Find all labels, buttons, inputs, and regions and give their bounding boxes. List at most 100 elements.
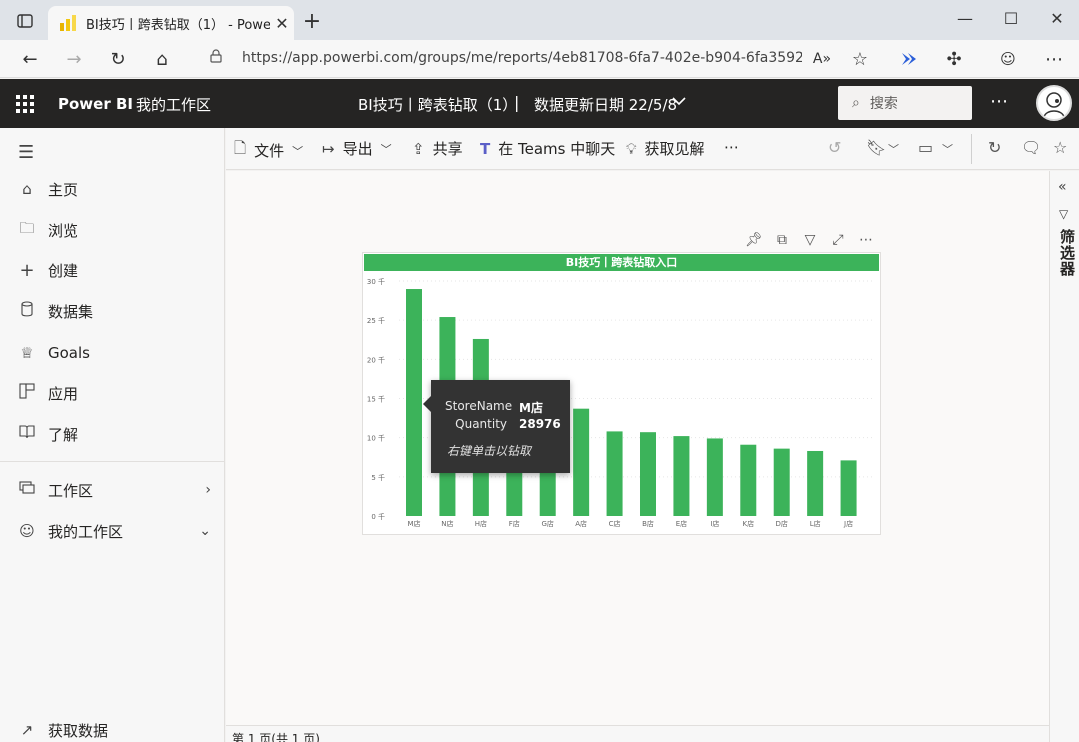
tooltip-qty-value: 28976: [519, 417, 561, 431]
nav-item-goals[interactable]: ♕ Goals: [0, 333, 225, 373]
bar: [406, 289, 422, 516]
nav-item-label: 我的工作区: [48, 522, 124, 541]
filter-icon: ▽: [1059, 207, 1069, 221]
nav-item-learn[interactable]: 了解: [0, 414, 225, 454]
new-tab-icon[interactable]: +: [299, 9, 325, 35]
nav-item-datasets[interactable]: 数据集: [0, 291, 225, 331]
y-tick-label: 25 千: [367, 316, 385, 325]
lightbulb-icon: 💡︎: [626, 139, 637, 158]
tab-title: BI技巧丨跨表钻取（1） - Power B: [86, 17, 270, 33]
chevron-double-left-icon[interactable]: «: [1058, 179, 1067, 195]
nav-divider: [0, 461, 225, 462]
plus-icon: +: [19, 259, 35, 281]
chevron-down-icon[interactable]: ﹀: [942, 141, 953, 157]
filter-pane[interactable]: « ▽ 筛选器: [1049, 171, 1079, 742]
forward-icon[interactable]: →: [60, 46, 88, 72]
close-tab-icon[interactable]: ✕: [270, 14, 294, 33]
book-icon: [16, 425, 38, 443]
favorite-icon[interactable]: ☆: [1053, 138, 1067, 157]
more-options-icon[interactable]: ⋯: [724, 138, 739, 156]
comment-icon[interactable]: 🗨︎: [1021, 138, 1041, 157]
export-icon: ↦: [322, 139, 335, 158]
hamburger-menu-icon[interactable]: ☰: [18, 142, 34, 163]
file-icon: 🗋: [234, 139, 247, 157]
x-tick-label: J店: [843, 519, 853, 528]
profile-icon[interactable]: ☺: [994, 46, 1022, 72]
nav-item-apps[interactable]: 应用: [0, 373, 225, 413]
search-input[interactable]: ⌕ 搜索: [838, 86, 972, 120]
nav-item-home[interactable]: ⌂ 主页: [0, 169, 225, 209]
nav-item-browse[interactable]: 🗀 浏览: [0, 210, 225, 250]
nav-item-my-workspace[interactable]: ☺ 我的工作区 ⌄: [0, 511, 225, 551]
app-launcher-icon[interactable]: [16, 95, 34, 113]
search-icon: ⌕: [852, 95, 860, 111]
browser-menu-icon[interactable]: ⋯: [1040, 46, 1068, 72]
chevron-down-icon: ﹀: [380, 142, 392, 156]
nav-item-label: 数据集: [48, 302, 94, 321]
extension-icon[interactable]: [895, 46, 923, 72]
workspaces-icon: [16, 481, 38, 499]
read-aloud-icon[interactable]: A»: [808, 46, 836, 72]
tooltip-qty-key: Quantity: [455, 417, 507, 431]
nav-item-label: 获取数据: [48, 721, 109, 740]
get-insights-button[interactable]: 💡︎ 获取见解: [626, 138, 705, 159]
filter-icon[interactable]: ▽: [801, 232, 819, 250]
x-tick-label: D店: [776, 519, 788, 528]
share-button[interactable]: ⇪ 共享: [412, 138, 463, 159]
favorite-icon[interactable]: ☆: [846, 46, 874, 72]
y-tick-label: 5 千: [371, 473, 385, 482]
page-indicator: 第 1 页(共 1 页): [232, 732, 320, 742]
bar: [706, 438, 723, 516]
extensions-puzzle-icon[interactable]: ✣: [940, 46, 968, 72]
nav-item-workspaces[interactable]: 工作区 ›: [0, 470, 225, 510]
nav-item-label: Goals: [48, 344, 90, 362]
x-tick-label: E店: [676, 519, 687, 528]
back-icon[interactable]: ←: [16, 46, 44, 72]
teams-chat-button[interactable]: T 在 Teams 中聊天: [480, 138, 615, 159]
lock-icon[interactable]: [210, 49, 222, 67]
refresh-icon[interactable]: ↻: [104, 46, 132, 72]
copy-icon[interactable]: ⧉: [773, 232, 791, 250]
y-tick-label: 20 千: [367, 355, 385, 364]
bar: [573, 408, 590, 516]
chevron-down-icon: ﹀: [292, 144, 304, 158]
title-separator: |: [514, 93, 520, 112]
page-footer: 第 1 页(共 1 页): [226, 725, 1049, 742]
x-tick-label: K店: [742, 519, 754, 528]
y-tick-label: 15 千: [367, 395, 385, 404]
maximize-icon[interactable]: ☐: [996, 6, 1026, 32]
export-menu-button[interactable]: ↦ 导出 ﹀: [322, 138, 392, 159]
undo-icon[interactable]: ↺: [828, 138, 841, 157]
pin-icon[interactable]: 📌︎: [745, 232, 763, 250]
insights-label: 获取见解: [644, 140, 705, 158]
minimize-icon[interactable]: —: [950, 6, 980, 32]
home-icon[interactable]: ⌂: [148, 46, 176, 72]
y-tick-label: 10 千: [367, 434, 385, 443]
report-toolbar: 🗋 文件 ﹀ ↦ 导出 ﹀ ⇪ 共享 T 在 Teams 中聊天 💡︎ 获取见解…: [226, 128, 1079, 170]
nav-item-label: 浏览: [48, 221, 79, 240]
bar: [640, 432, 656, 516]
folder-icon: 🗀: [19, 218, 35, 237]
view-icon[interactable]: ▭: [918, 138, 933, 157]
url-input[interactable]: https://app.powerbi.com/groups/me/report…: [242, 50, 802, 66]
chevron-down-icon[interactable]: [672, 91, 686, 110]
file-label: 文件: [254, 142, 285, 160]
data-updated-label[interactable]: 数据更新日期 22/5/8: [534, 94, 677, 115]
more-options-icon[interactable]: ⋯: [990, 91, 1009, 112]
browser-tab[interactable]: BI技巧丨跨表钻取（1） - Power B ✕: [48, 6, 294, 40]
bookmark-icon[interactable]: 🔖︎: [866, 138, 886, 157]
tab-actions-icon[interactable]: [12, 8, 38, 34]
nav-item-get-data[interactable]: ↗ 获取数据: [0, 710, 225, 742]
chevron-down-icon[interactable]: ﹀: [888, 141, 899, 157]
nav-item-label: 应用: [48, 384, 79, 403]
nav-item-create[interactable]: + 创建: [0, 250, 225, 290]
file-menu-button[interactable]: 🗋 文件 ﹀: [234, 138, 303, 163]
workspace-link[interactable]: 我的工作区: [136, 94, 211, 115]
refresh-icon[interactable]: ↻: [988, 138, 1001, 157]
avatar[interactable]: [1036, 85, 1072, 121]
more-options-icon[interactable]: ⋯: [857, 232, 875, 250]
window-close-icon[interactable]: ✕: [1042, 6, 1072, 32]
brand-label[interactable]: Power BI: [58, 95, 133, 113]
focus-mode-icon[interactable]: ⤢: [829, 232, 847, 250]
chart-tooltip: StoreName M店 Quantity 28976 右键单击以钻取: [423, 380, 570, 473]
